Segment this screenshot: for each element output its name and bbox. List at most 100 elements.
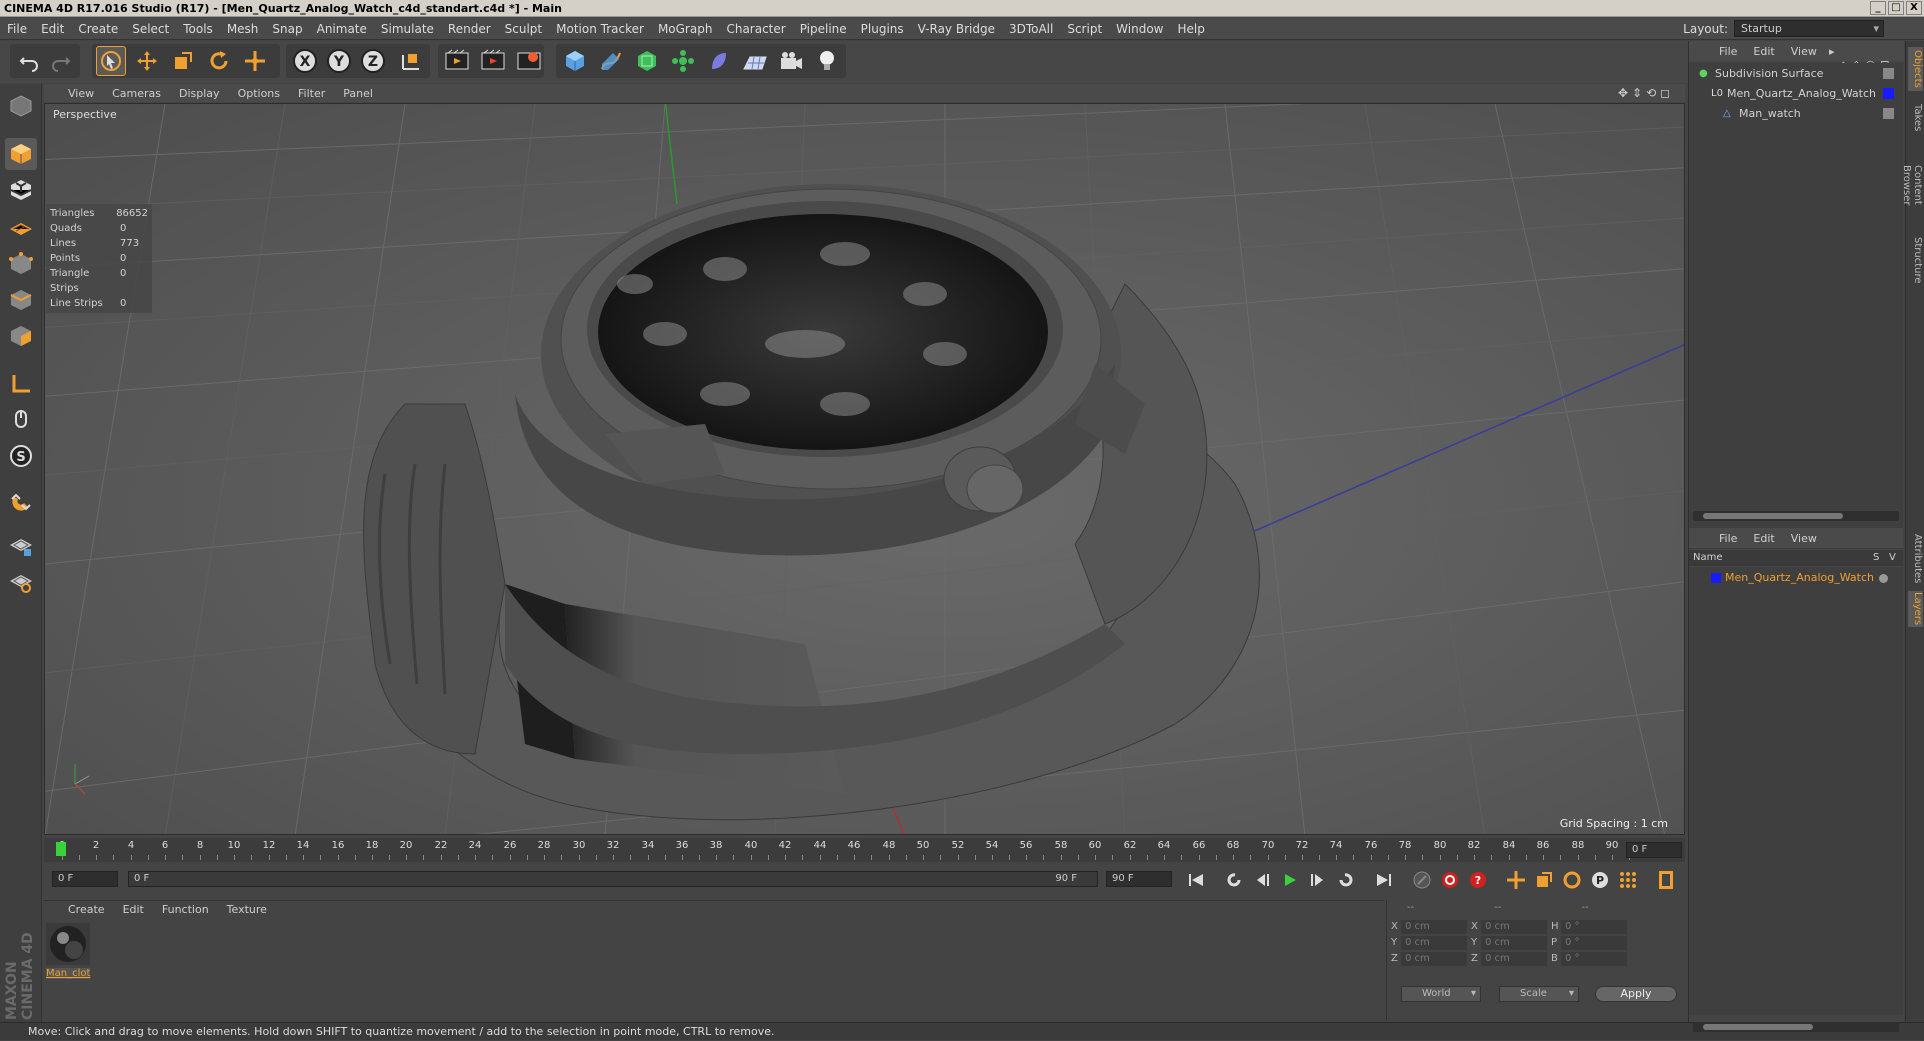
enable-axis-icon[interactable]: [5, 368, 37, 400]
menu-item[interactable]: Mesh: [220, 22, 266, 36]
menu-item[interactable]: Character: [719, 22, 792, 36]
keyframe-selection-icon[interactable]: ?: [1466, 869, 1490, 891]
tab-attributes[interactable]: Attributes: [1908, 531, 1923, 587]
pen-spline-icon[interactable]: [596, 46, 626, 76]
viewport-perspective[interactable]: Perspective Grid Spacing : 1 cm: [44, 103, 1685, 835]
coord-value-field[interactable]: 0 cm: [1481, 920, 1547, 934]
move-tool-icon[interactable]: [132, 46, 162, 76]
menu-item[interactable]: Sculpt: [498, 22, 549, 36]
z-axis-icon[interactable]: Z: [358, 46, 388, 76]
tab-objects[interactable]: Objects: [1908, 47, 1923, 91]
next-key-icon[interactable]: [1334, 869, 1358, 891]
layer-visibility-icon[interactable]: [1879, 574, 1888, 583]
object-row[interactable]: △ Man_watch: [1693, 105, 1899, 123]
menu-item[interactable]: 3DToAll: [1002, 22, 1060, 36]
go-to-start-icon[interactable]: [1184, 869, 1208, 891]
material-menu-item[interactable]: Create: [68, 903, 105, 916]
apply-button[interactable]: Apply: [1595, 986, 1677, 1002]
select-tool-icon[interactable]: [96, 46, 126, 76]
menu-item[interactable]: Script: [1060, 22, 1109, 36]
object-row[interactable]: ● Subdivision Surface: [1693, 65, 1899, 83]
material-swatch[interactable]: Man_clot: [46, 923, 90, 981]
close-button[interactable]: X: [1906, 1, 1922, 15]
render-view-icon[interactable]: [442, 46, 472, 76]
menu-item[interactable]: Edit: [34, 22, 71, 36]
cloner-icon[interactable]: [668, 46, 698, 76]
workplane-lock-icon[interactable]: [5, 530, 37, 562]
maximize-button[interactable]: □: [1888, 1, 1904, 15]
object-list-scrollbar[interactable]: [1693, 511, 1899, 521]
key-position-icon[interactable]: [1504, 869, 1528, 891]
coord-value-field[interactable]: 0 °: [1561, 920, 1627, 934]
points-mode-icon[interactable]: [5, 248, 37, 280]
current-frame-field[interactable]: 0 F: [1626, 842, 1682, 858]
coord-mode-select[interactable]: World ▾: [1401, 986, 1481, 1002]
key-parameter-icon[interactable]: P: [1588, 869, 1612, 891]
deformer-icon[interactable]: [704, 46, 734, 76]
next-frame-icon[interactable]: [1306, 869, 1330, 891]
tab-content-browser[interactable]: Content Browser: [1901, 145, 1923, 225]
y-axis-icon[interactable]: Y: [324, 46, 354, 76]
snapping-icon[interactable]: [5, 486, 37, 518]
edges-mode-icon[interactable]: [5, 284, 37, 316]
coord-value-field[interactable]: 0 °: [1561, 952, 1627, 966]
viewport-nav-icons[interactable]: ✥⇕⟲◻: [1618, 86, 1674, 100]
key-point-level-icon[interactable]: [1616, 869, 1640, 891]
object-menu-item[interactable]: Edit: [1753, 45, 1774, 58]
play-icon[interactable]: [1278, 869, 1302, 891]
coord-value-field[interactable]: 0 cm: [1401, 952, 1467, 966]
subdivision-surface-icon[interactable]: [632, 46, 662, 76]
menu-item[interactable]: V-Ray Bridge: [911, 22, 1002, 36]
menu-item[interactable]: Window: [1109, 22, 1170, 36]
timeline-window-icon[interactable]: [1654, 869, 1678, 891]
viewport-menu-item[interactable]: View: [68, 87, 94, 100]
viewport-menu-item[interactable]: Options: [238, 87, 280, 100]
object-menu-item[interactable]: View: [1791, 45, 1817, 58]
rotate-tool-icon[interactable]: [204, 46, 234, 76]
autokeying-icon[interactable]: [1438, 869, 1462, 891]
layout-select[interactable]: Startup ▾: [1734, 20, 1884, 37]
solo-mode-icon[interactable]: S: [5, 440, 37, 472]
render-settings-icon[interactable]: [514, 46, 544, 76]
minimize-button[interactable]: _: [1870, 1, 1886, 15]
scale-tool-icon[interactable]: [168, 46, 198, 76]
x-axis-icon[interactable]: X: [290, 46, 320, 76]
menu-item[interactable]: File: [0, 22, 34, 36]
coord-value-field[interactable]: 0 cm: [1481, 952, 1547, 966]
viewport-menu-item[interactable]: Filter: [298, 87, 325, 100]
make-editable-icon[interactable]: [5, 90, 37, 122]
coord-value-field[interactable]: 0 cm: [1401, 936, 1467, 950]
menu-item[interactable]: Create: [71, 22, 125, 36]
end-frame-field[interactable]: 90 F: [1106, 871, 1172, 887]
layer-menu-item[interactable]: Edit: [1753, 532, 1774, 545]
viewport-menu-item[interactable]: Display: [179, 87, 220, 100]
menu-item[interactable]: Motion Tracker: [549, 22, 651, 36]
material-menu-item[interactable]: Texture: [227, 903, 267, 916]
menu-item[interactable]: Select: [125, 22, 176, 36]
playhead-marker[interactable]: [56, 842, 66, 856]
menu-item[interactable]: Render: [441, 22, 498, 36]
workplane-icon[interactable]: [5, 210, 37, 242]
key-scale-icon[interactable]: [1532, 869, 1556, 891]
menu-item[interactable]: MoGraph: [651, 22, 720, 36]
layer-menu-item[interactable]: View: [1791, 532, 1817, 545]
floor-icon[interactable]: [740, 46, 770, 76]
coord-value-field[interactable]: 0 °: [1561, 936, 1627, 950]
tweak-mode-icon[interactable]: [5, 404, 37, 436]
timeline-ruler[interactable]: 0246810121416182022242628303234363840424…: [44, 838, 1685, 862]
layer-menu-item[interactable]: File: [1719, 532, 1737, 545]
live-selection-icon[interactable]: [240, 46, 270, 76]
redo-icon[interactable]: [46, 46, 76, 76]
layer-list-scrollbar[interactable]: [1693, 1022, 1899, 1032]
tab-takes[interactable]: Takes: [1908, 101, 1923, 135]
workplane-grid-icon[interactable]: [5, 566, 37, 598]
start-frame-field[interactable]: 0 F: [52, 871, 118, 887]
object-row[interactable]: L0 Men_Quartz_Analog_Watch: [1693, 85, 1899, 103]
viewport-menu-item[interactable]: Panel: [343, 87, 373, 100]
menu-item[interactable]: Pipeline: [793, 22, 854, 36]
coord-value-field[interactable]: 0 cm: [1481, 936, 1547, 950]
key-rotation-icon[interactable]: [1560, 869, 1584, 891]
camera-icon[interactable]: [776, 46, 806, 76]
menu-item[interactable]: Simulate: [374, 22, 441, 36]
menu-item[interactable]: Animate: [310, 22, 374, 36]
